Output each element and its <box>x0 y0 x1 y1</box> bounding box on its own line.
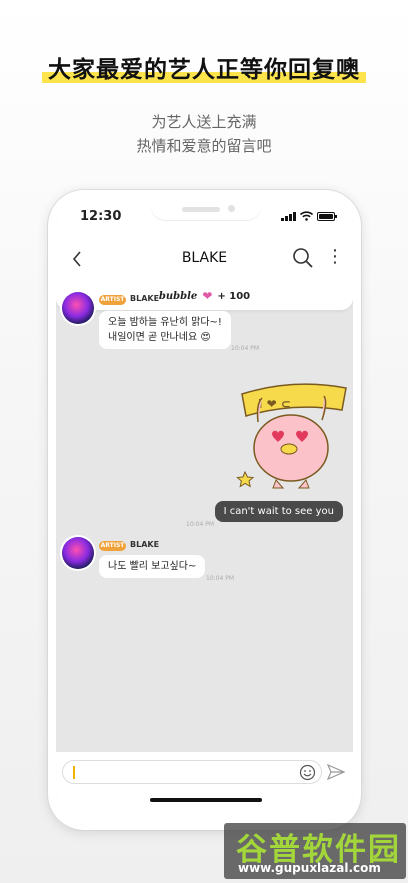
subtitle: 为艺人送上充满 热情和爱意的留言吧 <box>0 110 408 158</box>
message-input[interactable] <box>62 760 322 784</box>
input-bar <box>56 752 353 820</box>
headline: 大家最爱的艺人正等你回复噢 <box>42 50 366 84</box>
emoji-button[interactable] <box>299 764 316 781</box>
send-button[interactable] <box>326 763 346 781</box>
artist-avatar[interactable] <box>62 292 94 324</box>
artist-avatar[interactable] <box>62 537 94 569</box>
speaker-grille <box>182 207 220 212</box>
sender-name: BLAKE <box>130 294 160 303</box>
subtitle-line-1: 为艺人送上充满 <box>151 113 257 131</box>
heart-icon: ❤ <box>202 289 213 303</box>
artist-badge: ARTIST <box>99 295 126 305</box>
search-button[interactable] <box>291 246 315 270</box>
headline-text: 大家最爱的艺人正等你回复噢 <box>48 57 360 83</box>
outgoing-message[interactable]: I can't wait to see you <box>214 501 343 522</box>
smiley-icon <box>299 764 316 781</box>
send-icon <box>326 763 346 781</box>
status-time: 12:30 <box>80 209 122 224</box>
wifi-icon <box>300 211 313 221</box>
phone-notch <box>150 198 262 220</box>
love-sticker[interactable]: I ❤ ⊂ <box>236 376 351 494</box>
incoming-message[interactable]: 오늘 밤하늘 유난히 맑다~! 내일이면 곧 만나네요 😍 <box>99 311 231 349</box>
message-timestamp: 10:04 PM <box>231 345 259 352</box>
watermark-url: www.gupuxlazal.com <box>238 861 381 875</box>
more-options-button[interactable]: ⋮ <box>325 246 345 270</box>
message-line-1: 나도 빨리 보고싶다~ <box>108 561 197 572</box>
chat-header: BLAKE ⋮ <box>56 236 353 282</box>
watermark: 谷普软件园 www.gupuxlazal.com <box>224 823 406 879</box>
phone-frame: 12:30 BLAKE ⋮ bubble ❤ + 100 ARTIST BLAK… <box>48 190 361 830</box>
home-indicator <box>150 798 262 802</box>
bubble-label: bubble <box>158 290 198 302</box>
bubble-count: + 100 <box>217 290 251 302</box>
subtitle-line-2: 热情和爱意的留言吧 <box>136 137 272 155</box>
text-caret <box>73 766 75 779</box>
headline-container: 大家最爱的艺人正等你回复噢 <box>0 50 408 84</box>
incoming-message[interactable]: 나도 빨리 보고싶다~ <box>99 555 206 578</box>
more-vertical-icon: ⋮ <box>326 246 344 267</box>
sticker-sign-text: I ❤ ⊂ <box>258 397 291 411</box>
message-timestamp: 10:04 PM <box>186 521 214 528</box>
search-icon <box>293 248 313 268</box>
phone-screen: 12:30 BLAKE ⋮ bubble ❤ + 100 ARTIST BLAK… <box>56 198 353 820</box>
signal-icon <box>281 211 296 221</box>
status-icons <box>281 211 337 221</box>
sender-name: BLAKE <box>130 540 160 549</box>
message-line-1: 오늘 밤하늘 유난히 맑다~! <box>108 317 222 328</box>
artist-badge: ARTIST <box>99 541 126 551</box>
message-line-2: 내일이면 곧 만나네요 😍 <box>108 332 211 343</box>
message-timestamp: 10:04 PM <box>206 575 234 582</box>
front-camera <box>228 205 235 212</box>
battery-icon <box>317 211 337 221</box>
